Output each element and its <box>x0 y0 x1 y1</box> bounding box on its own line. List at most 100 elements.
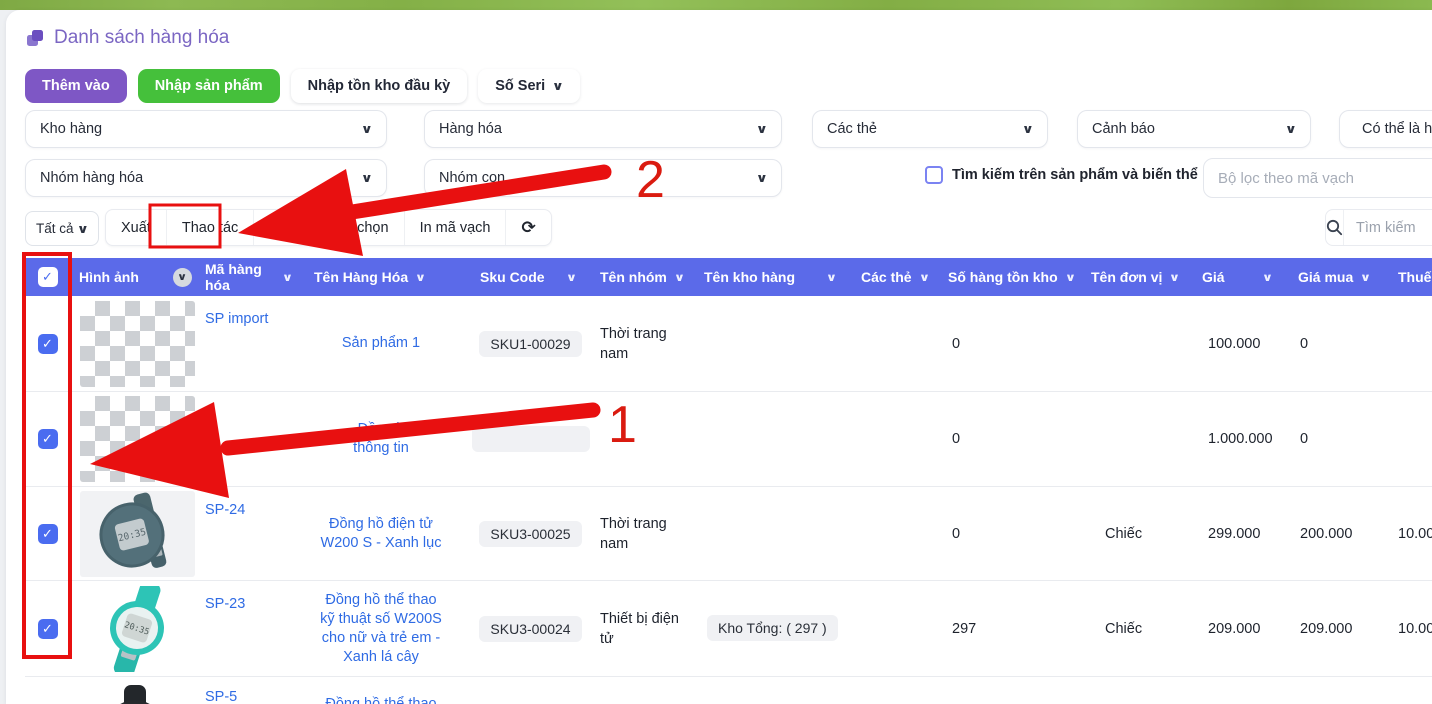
import-product-button[interactable]: Nhập sản phẩm <box>138 69 280 103</box>
product-name-link[interactable]: Đồng hồ thể thao kỹ thuật số W200S cho n… <box>292 591 470 667</box>
group-filter-select[interactable]: Nhóm hàng hóa ∨ <box>25 159 387 197</box>
product-image-placeholder[interactable] <box>80 301 195 387</box>
product-name-link[interactable]: Đồng hồ điện tử W200 S - Xanh lục <box>292 515 470 553</box>
select-all-checkbox[interactable]: ✓ <box>38 267 58 287</box>
warehouse-cell: Kho Tổng: ( 297 ) <box>695 620 855 637</box>
table-row: ✓ SP import Sản phẩm 1 SKU1-00029 Thời t… <box>25 296 1432 392</box>
price-cell: 1.000.000 <box>1195 431 1292 447</box>
table-row: SP-5 Đồng hồ thể thao <box>25 677 1432 704</box>
warehouse-filter-select[interactable]: Kho hàng ∨ <box>25 110 387 148</box>
toolbar-button-group: Xuất Thao tác Xuất chọn In mã vạch ⟳ <box>105 209 552 246</box>
action-buttons-row: Thêm vào Nhập sản phẩm Nhập tồn kho đầu … <box>25 69 580 103</box>
export-selected-button[interactable]: Xuất chọn <box>253 210 403 245</box>
row-checkbox[interactable]: ✓ <box>38 619 58 639</box>
goods-list-icon <box>25 28 45 48</box>
print-barcode-button[interactable]: In mã vạch <box>404 210 506 245</box>
product-image-placeholder[interactable] <box>80 396 195 482</box>
price-cell: 299.000 <box>1195 526 1292 542</box>
stock-cell: 0 <box>940 526 1085 542</box>
variant-search-label: Tìm kiếm trên sản phẩm và biến thể <box>952 167 1198 183</box>
chevron-down-icon: ∨ <box>1261 271 1272 284</box>
barcode-filter-input[interactable] <box>1203 158 1432 198</box>
buy-price-cell: 209.000 <box>1292 621 1392 637</box>
header-checkbox-cell: ✓ <box>25 267 70 287</box>
product-image-watch-dark-teal[interactable]: 20:35 <box>80 491 195 577</box>
import-opening-stock-button[interactable]: Nhập tồn kho đầu kỳ <box>291 69 468 103</box>
col-header-unit[interactable]: Tên đơn vị∨ <box>1085 269 1195 285</box>
chevron-down-icon: ∨ <box>1065 271 1076 284</box>
add-button[interactable]: Thêm vào <box>25 69 127 103</box>
product-name-link[interactable]: Đồng h thông tin <box>292 420 470 458</box>
search-group <box>1325 209 1432 246</box>
row-checkbox[interactable]: ✓ <box>38 524 58 544</box>
chevron-down-icon: ∨ <box>756 171 768 185</box>
export-button[interactable]: Xuất <box>106 210 166 245</box>
chevron-down-icon: ∨ <box>361 122 373 136</box>
col-header-tags[interactable]: Các thẻ∨ <box>855 269 940 285</box>
chevron-down-icon: ∨ <box>674 271 685 284</box>
top-green-bar <box>0 0 1432 10</box>
sku-pill-hidden <box>472 426 590 452</box>
price-cell: 100.000 <box>1195 336 1292 352</box>
chevron-down-icon: ∨ <box>826 271 837 284</box>
col-header-buy-price[interactable]: Giá mua∨ <box>1292 269 1392 285</box>
maybe-goods-filter-select[interactable]: Có thể là hàn <box>1339 110 1432 148</box>
col-header-image[interactable]: Hình ảnh ∨ <box>70 268 196 287</box>
row-checkbox[interactable]: ✓ <box>38 429 58 449</box>
chevron-down-icon: ∨ <box>1285 122 1297 136</box>
column-options-icon[interactable]: ∨ <box>173 268 192 287</box>
warning-filter-select[interactable]: Cảnh báo ∨ <box>1077 110 1311 148</box>
buy-price-cell: 0 <box>1292 431 1392 447</box>
variant-search-checkbox[interactable] <box>925 166 943 184</box>
inventory-page: Danh sách hàng hóa Thêm vào Nhập sản phẩ… <box>0 0 1432 704</box>
variant-search-option: Tìm kiếm trên sản phẩm và biến thể ? <box>925 166 1224 184</box>
row-checkbox[interactable]: ✓ <box>38 334 58 354</box>
col-header-stock[interactable]: Số hàng tồn kho∨ <box>940 269 1085 285</box>
product-code-link[interactable]: SP-24 <box>205 502 245 518</box>
buy-price-cell: 0 <box>1292 336 1392 352</box>
actions-button[interactable]: Thao tác <box>166 210 253 245</box>
product-name-link[interactable]: Đồng hồ thể thao <box>325 696 436 704</box>
col-header-price[interactable]: Giá∨ <box>1195 269 1292 285</box>
product-code-link[interactable]: SP-23 <box>205 596 245 612</box>
col-header-warehouse[interactable]: Tên kho hàng∨ <box>695 269 855 285</box>
stock-cell: 0 <box>940 431 1085 447</box>
tags-filter-select[interactable]: Các thẻ ∨ <box>812 110 1048 148</box>
product-image-watch-black[interactable] <box>80 683 195 704</box>
table-row: ✓ Đồng h thông tin 0 1.000.000 0 <box>25 392 1432 487</box>
table-header: ✓ Hình ảnh ∨ Mã hàng hóa∨ Tên Hàng Hóa∨ … <box>25 258 1432 296</box>
product-code-link[interactable]: SP import <box>205 311 268 327</box>
tax-cell: 10.00 <box>1392 621 1432 637</box>
refresh-icon: ⟳ <box>521 218 535 238</box>
chevron-down-icon: ∨ <box>415 271 426 284</box>
unit-cell: Chiếc <box>1085 621 1195 637</box>
subgroup-filter-select[interactable]: Nhóm con ∨ <box>424 159 782 197</box>
chevron-down-icon: ∨ <box>1360 271 1371 284</box>
goods-filter-select[interactable]: Hàng hóa ∨ <box>424 110 782 148</box>
buy-price-cell: 200.000 <box>1292 526 1392 542</box>
chevron-down-icon: ∨ <box>918 271 929 284</box>
table-row: ✓ 20:35 SP <box>25 487 1432 581</box>
col-header-tax[interactable]: Thuế <box>1392 269 1432 285</box>
search-button[interactable] <box>1326 210 1344 245</box>
group-cell: Thời trangnam <box>591 514 695 554</box>
table-row: ✓ 20:35 SP <box>25 581 1432 677</box>
price-cell: 209.000 <box>1195 621 1292 637</box>
col-header-name[interactable]: Tên Hàng Hóa∨ <box>292 269 470 285</box>
col-header-group[interactable]: Tên nhóm∨ <box>591 269 695 285</box>
page-title: Danh sách hàng hóa <box>54 27 229 49</box>
stock-cell: 0 <box>940 336 1085 352</box>
col-header-sku[interactable]: Sku Code∨ <box>470 269 591 285</box>
product-code-link[interactable]: SP-5 <box>205 689 237 704</box>
scope-select[interactable]: Tất cả ∨ <box>25 211 99 246</box>
serial-number-button[interactable]: Số Seri ∨ <box>478 69 580 103</box>
refresh-button[interactable]: ⟳ <box>505 210 550 245</box>
product-name-link[interactable]: Sản phẩm 1 <box>342 335 420 351</box>
chevron-down-icon: ∨ <box>1169 271 1180 284</box>
stock-cell: 297 <box>940 621 1085 637</box>
search-input[interactable] <box>1344 210 1432 245</box>
chevron-down-icon: ∨ <box>361 171 373 185</box>
group-cell: Thời trangnam <box>591 324 695 364</box>
product-image-watch-teal[interactable]: 20:35 <box>80 586 195 672</box>
col-header-code[interactable]: Mã hàng hóa∨ <box>196 261 292 293</box>
